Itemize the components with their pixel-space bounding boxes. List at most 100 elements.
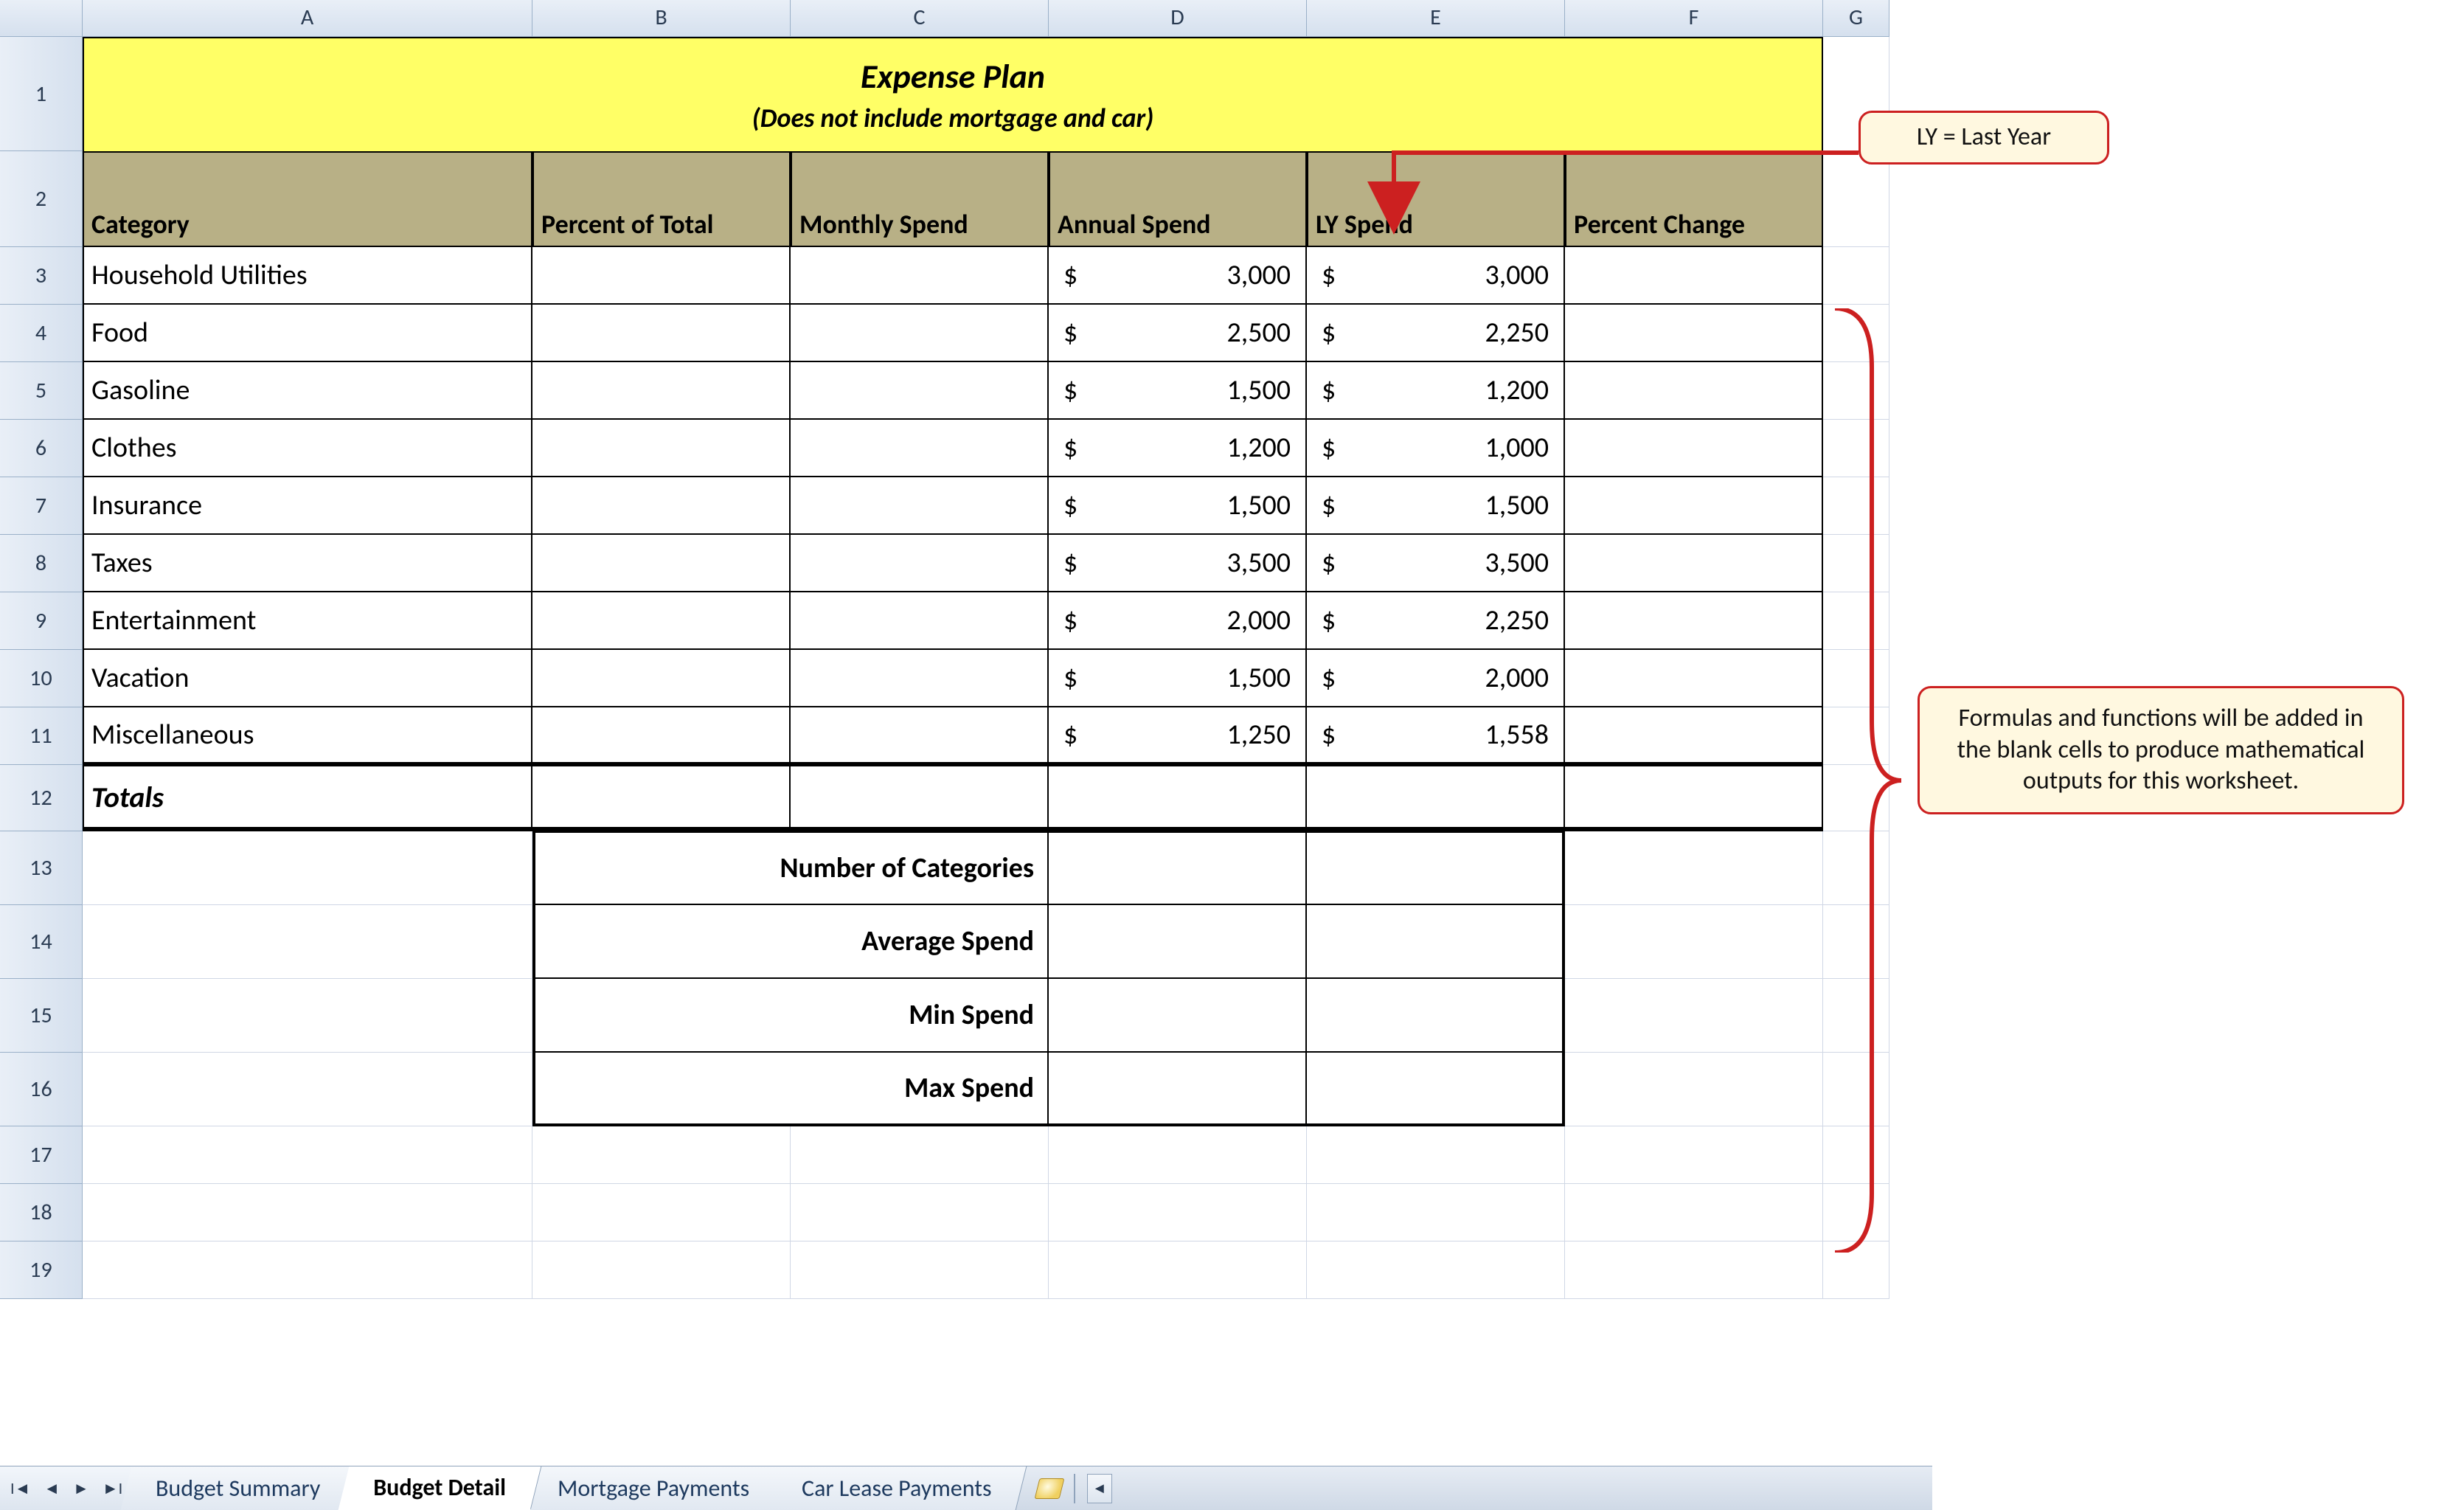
cell-E18[interactable] — [1307, 1184, 1565, 1241]
cell-E13[interactable] — [1307, 831, 1565, 905]
header-ly-spend[interactable]: LY Spend — [1307, 151, 1565, 247]
sheet-tab-car-lease-payments[interactable]: Car Lease Payments — [767, 1466, 1027, 1510]
cell-E3[interactable]: $3,000 — [1307, 247, 1565, 305]
cell-F13[interactable] — [1565, 831, 1823, 905]
cell-B11[interactable] — [532, 707, 791, 765]
cell-A10[interactable]: Vacation — [83, 650, 532, 707]
cell-A8[interactable]: Taxes — [83, 535, 532, 592]
cell-F18[interactable] — [1565, 1184, 1823, 1241]
cell-E17[interactable] — [1307, 1126, 1565, 1184]
cell-D17[interactable] — [1049, 1126, 1307, 1184]
cell-C4[interactable] — [791, 305, 1049, 362]
cell-E4[interactable]: $2,250 — [1307, 305, 1565, 362]
row-header-10[interactable]: 10 — [0, 650, 83, 707]
cell-E7[interactable]: $1,500 — [1307, 477, 1565, 535]
cell-A7[interactable]: Insurance — [83, 477, 532, 535]
totals-B[interactable] — [532, 765, 791, 831]
col-header-A[interactable]: A — [83, 0, 532, 37]
cell-A17[interactable] — [83, 1126, 532, 1184]
cell-F8[interactable] — [1565, 535, 1823, 592]
cell-C7[interactable] — [791, 477, 1049, 535]
cell-C11[interactable] — [791, 707, 1049, 765]
cell-B19[interactable] — [532, 1241, 791, 1299]
cell-C5[interactable] — [791, 362, 1049, 420]
col-header-F[interactable]: F — [1565, 0, 1823, 37]
cell-E16[interactable] — [1307, 1053, 1565, 1126]
cell-E11[interactable]: $1,558 — [1307, 707, 1565, 765]
row-header-19[interactable]: 19 — [0, 1241, 83, 1299]
cell-G3[interactable] — [1823, 247, 1889, 305]
cell-D8[interactable]: $3,500 — [1049, 535, 1307, 592]
row-header-9[interactable]: 9 — [0, 592, 83, 650]
row-header-11[interactable]: 11 — [0, 707, 83, 765]
cell-F19[interactable] — [1565, 1241, 1823, 1299]
cell-D7[interactable]: $1,500 — [1049, 477, 1307, 535]
cell-C8[interactable] — [791, 535, 1049, 592]
cell-C18[interactable] — [791, 1184, 1049, 1241]
cell-G2[interactable] — [1823, 151, 1889, 247]
cell-F17[interactable] — [1565, 1126, 1823, 1184]
cell-D4[interactable]: $2,500 — [1049, 305, 1307, 362]
row-header-2[interactable]: 2 — [0, 151, 83, 247]
cell-A5[interactable]: Gasoline — [83, 362, 532, 420]
sheet-tab-budget-detail[interactable]: Budget Detail — [338, 1466, 541, 1510]
cell-F16[interactable] — [1565, 1053, 1823, 1126]
cell-F15[interactable] — [1565, 979, 1823, 1053]
row-header-18[interactable]: 18 — [0, 1184, 83, 1241]
cell-E5[interactable]: $1,200 — [1307, 362, 1565, 420]
row-header-1[interactable]: 1 — [0, 37, 83, 151]
cell-B10[interactable] — [532, 650, 791, 707]
cell-F7[interactable] — [1565, 477, 1823, 535]
select-all-corner[interactable] — [0, 0, 83, 37]
cell-F5[interactable] — [1565, 362, 1823, 420]
cell-E15[interactable] — [1307, 979, 1565, 1053]
cell-E6[interactable]: $1,000 — [1307, 420, 1565, 477]
cell-D10[interactable]: $1,500 — [1049, 650, 1307, 707]
cell-D3[interactable]: $3,000 — [1049, 247, 1307, 305]
cell-E8[interactable]: $3,500 — [1307, 535, 1565, 592]
col-header-D[interactable]: D — [1049, 0, 1307, 37]
row-header-14[interactable]: 14 — [0, 905, 83, 979]
cell-A11[interactable]: Miscellaneous — [83, 707, 532, 765]
totals-F[interactable] — [1565, 765, 1823, 831]
cell-A4[interactable]: Food — [83, 305, 532, 362]
row-header-13[interactable]: 13 — [0, 831, 83, 905]
cell-D15[interactable] — [1049, 979, 1307, 1053]
cell-E9[interactable]: $2,250 — [1307, 592, 1565, 650]
row-header-6[interactable]: 6 — [0, 420, 83, 477]
stats-label-15[interactable]: Min Spend — [532, 979, 1049, 1053]
cell-D11[interactable]: $1,250 — [1049, 707, 1307, 765]
cell-D18[interactable] — [1049, 1184, 1307, 1241]
cell-B5[interactable] — [532, 362, 791, 420]
cell-B17[interactable] — [532, 1126, 791, 1184]
cell-C9[interactable] — [791, 592, 1049, 650]
cell-D9[interactable]: $2,000 — [1049, 592, 1307, 650]
tab-nav-prev-icon[interactable]: ◄ — [44, 1478, 60, 1498]
cell-E10[interactable]: $2,000 — [1307, 650, 1565, 707]
header-category[interactable]: Category — [83, 151, 532, 247]
header-percent-change[interactable]: Percent Change — [1565, 151, 1823, 247]
col-header-G[interactable]: G — [1823, 0, 1889, 37]
cell-B9[interactable] — [532, 592, 791, 650]
totals-E[interactable] — [1307, 765, 1565, 831]
tab-nav-next-icon[interactable]: ► — [73, 1478, 89, 1498]
cell-A18[interactable] — [83, 1184, 532, 1241]
cell-F11[interactable] — [1565, 707, 1823, 765]
cell-D6[interactable]: $1,200 — [1049, 420, 1307, 477]
col-header-C[interactable]: C — [791, 0, 1049, 37]
row-header-16[interactable]: 16 — [0, 1053, 83, 1126]
cell-F14[interactable] — [1565, 905, 1823, 979]
sheet-tab-budget-summary[interactable]: Budget Summary — [121, 1466, 356, 1510]
cell-F3[interactable] — [1565, 247, 1823, 305]
cell-D14[interactable] — [1049, 905, 1307, 979]
cell-B7[interactable] — [532, 477, 791, 535]
hscroll-left-icon[interactable]: ◄ — [1087, 1474, 1112, 1503]
cell-A6[interactable]: Clothes — [83, 420, 532, 477]
cell-B8[interactable] — [532, 535, 791, 592]
tab-nav-first-icon[interactable]: I◄ — [10, 1478, 30, 1498]
cell-F9[interactable] — [1565, 592, 1823, 650]
row-header-7[interactable]: 7 — [0, 477, 83, 535]
row-header-15[interactable]: 15 — [0, 979, 83, 1053]
cell-A9[interactable]: Entertainment — [83, 592, 532, 650]
cell-A16[interactable] — [83, 1053, 532, 1126]
